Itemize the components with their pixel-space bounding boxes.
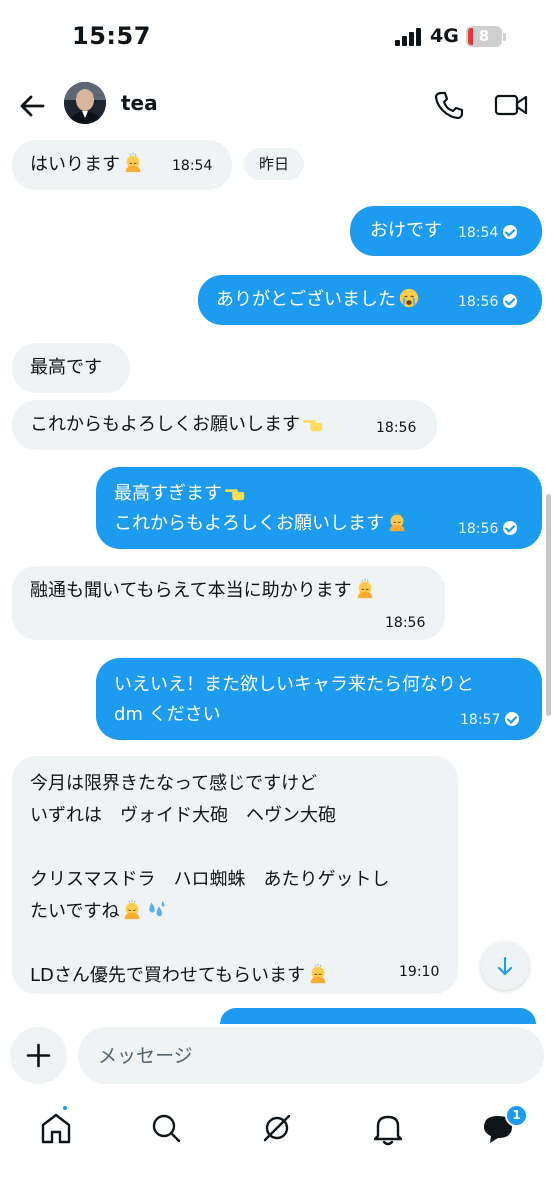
read-check-icon: [505, 712, 520, 726]
bowing-emoji-icon: [354, 578, 376, 600]
bowing-emoji-icon: [307, 963, 329, 985]
crying-emoji-icon: [398, 287, 420, 309]
message-text-line: たいですね: [30, 901, 120, 922]
message-text: はいります: [30, 154, 120, 175]
message-bubble[interactable]: これからもよろしくお願いします 18:56: [12, 400, 437, 450]
message-time: 18:54: [458, 224, 518, 242]
read-check-icon: [503, 225, 518, 239]
message-bubble[interactable]: ありがとございました 18:56: [198, 275, 542, 325]
message-bubble[interactable]: いえいえ！また欲しいキャラ来たら何なりと dm ください 18:57: [96, 658, 542, 740]
message-bubble-partial: [220, 1008, 536, 1024]
message-text: 最高です: [30, 357, 102, 378]
droplets-emoji-icon: [145, 899, 167, 921]
notification-dot: [61, 1104, 69, 1112]
message-time: 18:57: [460, 711, 520, 729]
message-list[interactable]: はいります 18:54 昨日 おけです 18:54 ありがとございました 18:…: [0, 136, 554, 1014]
home-icon: [41, 1113, 71, 1144]
bowing-emoji-icon: [122, 152, 144, 174]
scrollbar[interactable]: [546, 494, 551, 716]
date-divider: 昨日: [244, 148, 305, 180]
composer: [0, 1024, 554, 1090]
pointing-hand-emoji-icon: [302, 412, 324, 434]
bottom-navigation: 1: [0, 1094, 554, 1200]
message-text-line: 最高すぎます: [114, 483, 222, 504]
message-time: 18:56: [385, 615, 426, 631]
bell-icon: [373, 1115, 403, 1146]
read-check-icon: [503, 294, 518, 308]
message-text-line: 今月は限界きたなって感じですけど: [30, 773, 318, 794]
contact-name[interactable]: tea: [121, 91, 158, 115]
grok-icon: [263, 1114, 291, 1142]
search-icon: [152, 1114, 181, 1143]
message-text-line: いえいえ！また欲しいキャラ来たら何なりと: [114, 674, 474, 695]
message-bubble[interactable]: 最高すぎます これからもよろしくお願いします 18:56: [96, 467, 542, 549]
status-time: 15:57: [72, 22, 151, 50]
message-text: おけです: [370, 220, 442, 241]
conversation-header: tea: [0, 76, 554, 136]
message-text-line: これからもよろしくお願いします: [114, 513, 384, 534]
message-bubble[interactable]: 最高です: [12, 343, 130, 393]
message-text: これからもよろしくお願いします: [30, 414, 300, 435]
read-check-icon: [503, 521, 518, 535]
message-text-line: クリスマスドラ ハロ蜘蛛 あたりゲットし: [30, 869, 390, 890]
phone-icon: [434, 91, 464, 120]
nav-notifications[interactable]: [368, 1108, 408, 1148]
message-text-line: いずれは ヴォイド大砲 ヘヴン大砲: [30, 805, 336, 826]
message-time: 18:56: [376, 420, 417, 436]
bowing-emoji-icon: [386, 511, 408, 533]
bowing-emoji-icon: [121, 899, 143, 921]
video-call-button[interactable]: [494, 90, 528, 120]
call-button[interactable]: [434, 90, 464, 120]
battery-icon: 8: [466, 26, 502, 47]
status-bar: 15:57 4G 8: [0, 0, 554, 76]
message-time: 18:54: [172, 158, 213, 174]
message-input[interactable]: [78, 1027, 544, 1084]
message-time: 18:56: [458, 520, 518, 538]
message-text: ありがとございました: [216, 289, 396, 310]
arrow-left-icon: [20, 95, 45, 117]
message-bubble[interactable]: おけです 18:54: [350, 206, 542, 256]
network-label: 4G: [430, 25, 459, 47]
arrow-down-icon: [498, 957, 512, 975]
add-media-button[interactable]: [10, 1027, 67, 1084]
video-camera-icon: [494, 94, 528, 116]
message-bubble[interactable]: はいります 18:54: [12, 140, 232, 190]
back-button[interactable]: [16, 90, 48, 122]
message-bubble[interactable]: 今月は限界きたなって感じですけど いずれは ヴォイド大砲 ヘヴン大砲 クリスマス…: [12, 756, 458, 994]
message-bubble[interactable]: 融通も聞いてもらえて本当に助かります 18:56: [12, 566, 445, 640]
avatar[interactable]: [64, 82, 106, 124]
message-time: 18:56: [458, 293, 518, 311]
plus-icon: [26, 1043, 51, 1068]
message-text-line: LDさん優先で買わせてもらいます: [30, 965, 305, 986]
nav-home[interactable]: [36, 1108, 76, 1148]
nav-grok[interactable]: [257, 1108, 297, 1148]
messages-badge: 1: [505, 1104, 528, 1127]
battery-level: 8: [478, 27, 490, 45]
message-text: 融通も聞いてもらえて本当に助かります: [30, 580, 352, 601]
signal-icon: [395, 28, 423, 46]
scroll-to-bottom-button[interactable]: [481, 942, 529, 990]
pointing-hand-emoji-icon: [224, 481, 246, 503]
nav-search[interactable]: [146, 1108, 186, 1148]
message-time: 19:10: [399, 964, 440, 980]
